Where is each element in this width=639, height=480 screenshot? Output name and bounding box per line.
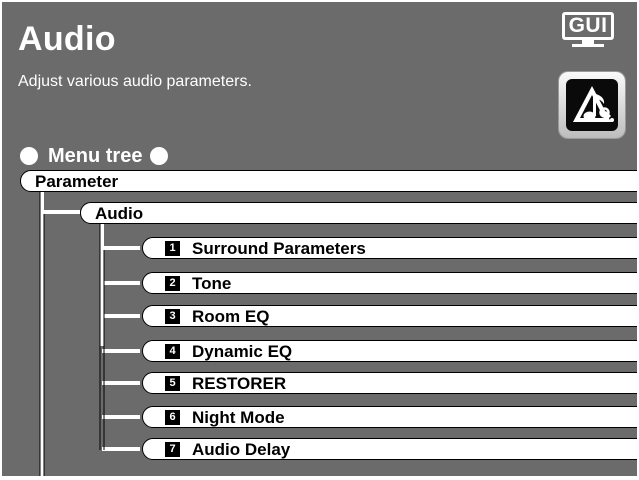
menu-item-label: Room EQ [192, 306, 270, 326]
item-number-badge: 3 [165, 308, 180, 324]
item-number-badge: 1 [165, 240, 180, 256]
menu-item-label: RESTORER [192, 373, 287, 393]
page: Audio Adjust various audio parameters. G… [2, 2, 637, 476]
menu-item-label: Surround Parameters [192, 238, 366, 258]
menu-item-surround-parameters[interactable]: 1 Surround Parameters [142, 237, 637, 259]
menu-item-dynamic-eq[interactable]: 4 Dynamic EQ [142, 340, 637, 362]
menu-item-room-eq[interactable]: 3 Room EQ [142, 305, 637, 327]
menu-item-label: Tone [192, 273, 232, 293]
menu-item-night-mode[interactable]: 6 Night Mode [142, 406, 637, 428]
item-number-badge: 6 [165, 409, 180, 425]
item-number-badge: 7 [165, 441, 180, 457]
item-number-badge: 5 [165, 375, 180, 391]
tree-section-label: Audio [95, 203, 144, 223]
menu-item-label: Night Mode [192, 407, 285, 427]
menu-item-audio-delay[interactable]: 7 Audio Delay [142, 438, 637, 460]
tree-section-audio[interactable]: Audio [80, 202, 637, 224]
menu-item-label: Dynamic EQ [192, 341, 293, 361]
menu-item-restorer[interactable]: 5 RESTORER [142, 372, 637, 394]
tree-root-parameter[interactable]: Parameter [20, 170, 637, 192]
tree-root-label: Parameter [35, 171, 119, 191]
menu-item-tone[interactable]: 2 Tone [142, 272, 637, 294]
item-number-badge: 2 [165, 275, 180, 291]
menu-item-label: Audio Delay [192, 439, 291, 459]
item-number-badge: 4 [165, 343, 180, 359]
